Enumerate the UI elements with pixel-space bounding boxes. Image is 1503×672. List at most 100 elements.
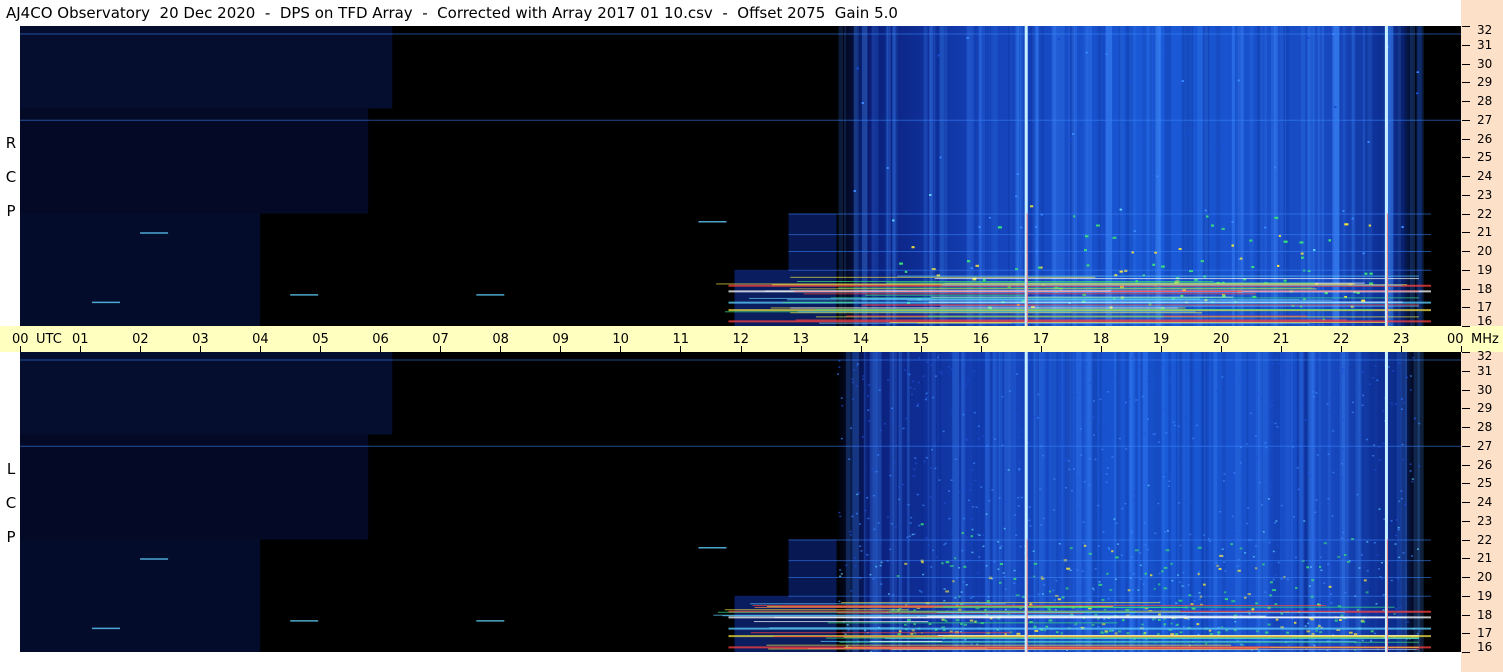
vertical-streak	[1204, 26, 1208, 326]
noise-speck	[1313, 249, 1316, 251]
noise-speck	[1040, 524, 1043, 526]
noise-speck	[969, 597, 972, 599]
frequency-tick-label: 30	[1477, 382, 1493, 397]
frequency-tick	[1462, 502, 1470, 503]
activity-patch	[1066, 567, 1071, 570]
activity-patch	[1231, 600, 1236, 603]
noise-speck	[920, 591, 923, 593]
activity-patch	[1344, 223, 1349, 226]
noise-speck	[1255, 545, 1258, 547]
vertical-streak	[1342, 26, 1346, 326]
activity-patch	[1119, 270, 1123, 273]
activity-patch	[1158, 583, 1161, 586]
night-blip	[92, 301, 121, 304]
noise-speck	[1292, 530, 1295, 532]
vertical-streak	[1397, 26, 1402, 326]
noise-speck	[1142, 583, 1145, 585]
activity-patch	[1270, 581, 1273, 584]
frequency-tick	[1462, 577, 1470, 578]
noise-speck	[902, 483, 905, 486]
noise-speck	[1150, 376, 1153, 378]
noise-speck	[1037, 593, 1040, 596]
activity-patch	[1101, 598, 1105, 601]
noise-speck	[1394, 403, 1397, 405]
activity-patch	[1255, 567, 1258, 570]
activity-patch	[1317, 625, 1321, 628]
noise-speck	[1115, 522, 1118, 525]
vertical-streak	[1307, 26, 1315, 326]
vertical-streak	[886, 26, 891, 326]
interference-band	[788, 213, 1431, 215]
noise-speck	[1109, 608, 1112, 610]
vertical-streak	[1188, 26, 1193, 326]
noise-speck	[1361, 639, 1364, 642]
noise-speck	[1225, 378, 1228, 381]
noise-speck	[1411, 480, 1414, 483]
noise-speck	[1166, 367, 1169, 369]
noise-speck	[1320, 569, 1323, 572]
frequency-tick-label: 29	[1477, 401, 1493, 416]
activity-patch	[942, 618, 946, 621]
activity-patch	[1251, 266, 1255, 269]
noise-speck	[951, 367, 954, 370]
activity-patch	[970, 535, 973, 538]
noise-speck	[866, 554, 869, 556]
noise-speck	[1341, 372, 1344, 374]
noise-speck	[1015, 195, 1018, 198]
frequency-tick-label: 31	[1477, 37, 1493, 52]
noise-speck	[1193, 376, 1196, 378]
noise-speck	[1208, 538, 1211, 540]
interference-band	[788, 539, 1431, 541]
activity-patch	[1060, 632, 1063, 635]
vertical-streak	[1215, 26, 1221, 326]
noise-speck	[939, 371, 942, 373]
activity-patch	[1311, 579, 1315, 582]
frequency-tick-label: 19	[1477, 262, 1493, 277]
noise-speck	[1329, 593, 1332, 595]
noise-speck	[1193, 600, 1196, 602]
noise-speck	[1123, 372, 1126, 375]
activity-patch	[1056, 631, 1059, 634]
interference-line	[754, 606, 935, 608]
noise-speck	[1313, 644, 1316, 647]
vertical-streak	[912, 26, 917, 326]
frequency-tick	[1462, 633, 1470, 635]
noise-speck	[1308, 585, 1311, 587]
noise-speck	[943, 599, 946, 602]
night-blip	[290, 620, 319, 622]
vertical-streak	[1362, 26, 1366, 326]
noise-speck	[965, 438, 968, 441]
noise-speck	[1215, 390, 1218, 392]
noise-speck	[1307, 37, 1310, 39]
noise-speck	[892, 462, 895, 464]
noise-speck	[1114, 578, 1117, 581]
noise-speck	[1341, 537, 1344, 540]
time-tick-label: 01	[72, 332, 89, 347]
noise-speck	[1275, 358, 1278, 360]
noise-speck	[1226, 494, 1229, 496]
noise-speck	[975, 506, 978, 508]
frequency-tick-label: 18	[1477, 607, 1493, 622]
noise-speck	[1409, 375, 1412, 377]
noise-speck	[1399, 606, 1402, 609]
noise-speck	[852, 398, 855, 401]
interference-band	[788, 234, 1431, 236]
activity-patch	[1157, 618, 1161, 621]
noise-speck	[966, 37, 969, 39]
frequency-tick-label: 22	[1477, 206, 1493, 221]
noise-speck	[1280, 504, 1283, 507]
frequency-tick-label: 20	[1477, 244, 1493, 258]
frequency-tick-label: 19	[1477, 588, 1493, 603]
activity-patch	[1361, 299, 1366, 302]
noise-speck	[1315, 392, 1318, 394]
activity-patch	[961, 532, 964, 535]
interference-line	[861, 298, 1200, 300]
noise-speck	[1105, 53, 1108, 56]
activity-patch	[958, 608, 962, 611]
interference-line	[750, 632, 1011, 634]
noise-speck	[947, 366, 950, 368]
activity-patch	[955, 619, 960, 622]
noise-speck	[1187, 618, 1190, 621]
noise-speck	[871, 467, 874, 470]
noise-speck	[1092, 415, 1095, 418]
